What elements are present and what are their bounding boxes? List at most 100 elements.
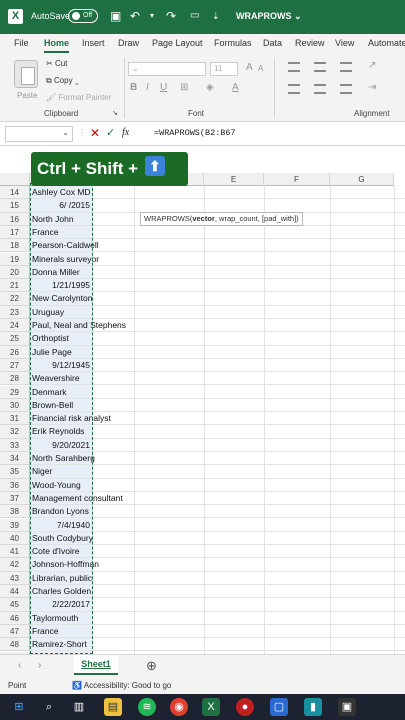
- font-size-select[interactable]: 11: [210, 62, 238, 76]
- row-header[interactable]: 30: [0, 398, 30, 413]
- align-center-icon[interactable]: [314, 84, 326, 94]
- row-header[interactable]: 34: [0, 452, 30, 466]
- row-header[interactable]: 29: [0, 385, 30, 399]
- scroll-right-icon[interactable]: ›: [38, 660, 41, 671]
- row-header[interactable]: 26: [0, 345, 30, 359]
- accessibility-status[interactable]: ♿ Accessibility: Good to go: [72, 681, 171, 690]
- row-header[interactable]: 45: [0, 598, 30, 612]
- borders-icon[interactable]: ⊞: [180, 82, 188, 93]
- app-icon-3[interactable]: ▣: [338, 698, 356, 716]
- formula-input[interactable]: =WRAPROWS(B2:B67: [154, 128, 236, 138]
- document-title[interactable]: WRAPROWS ⌄: [236, 11, 302, 22]
- column-header-e[interactable]: E: [204, 173, 264, 186]
- sheet-tab-sheet1[interactable]: Sheet1: [74, 655, 118, 675]
- cut-button[interactable]: ✂ Cut: [46, 59, 67, 68]
- italic-icon[interactable]: I: [146, 82, 149, 93]
- enter-formula-icon[interactable]: ✓: [106, 126, 115, 139]
- row-header[interactable]: 18: [0, 239, 30, 253]
- redo-icon[interactable]: ↷: [166, 8, 176, 24]
- row-header[interactable]: 23: [0, 305, 30, 319]
- decrease-font-icon[interactable]: A: [258, 64, 263, 73]
- bold-icon[interactable]: B: [130, 82, 137, 93]
- row-header[interactable]: 35: [0, 465, 30, 479]
- file-explorer-icon[interactable]: ▤: [104, 698, 122, 716]
- row-header[interactable]: 27: [0, 358, 30, 373]
- row-header[interactable]: 36: [0, 478, 30, 492]
- clipboard-launcher-icon[interactable]: ↘: [112, 109, 118, 117]
- column-header-f[interactable]: F: [264, 173, 330, 186]
- chevron-down-icon[interactable]: ⌄: [62, 128, 69, 137]
- tab-automate[interactable]: Automate: [368, 38, 405, 48]
- indent-icon[interactable]: ⇥: [368, 82, 376, 93]
- row-header[interactable]: 28: [0, 372, 30, 386]
- font-color-icon[interactable]: A: [232, 82, 239, 93]
- chrome-icon[interactable]: ◉: [170, 698, 188, 716]
- row-header[interactable]: 24: [0, 319, 30, 333]
- tooltip-arg-vector[interactable]: vector: [192, 214, 215, 223]
- cancel-formula-icon[interactable]: ✕: [90, 126, 100, 140]
- spotify-icon[interactable]: ≋: [138, 698, 156, 716]
- row-header[interactable]: 40: [0, 531, 30, 546]
- align-middle-icon[interactable]: [314, 62, 326, 72]
- tab-insert[interactable]: Insert: [82, 38, 105, 48]
- task-view-icon[interactable]: ▥: [70, 698, 88, 716]
- row-header[interactable]: 43: [0, 571, 30, 585]
- recorder-icon[interactable]: ●: [236, 698, 254, 716]
- row-header[interactable]: 31: [0, 412, 30, 426]
- orientation-icon[interactable]: ↗: [368, 60, 376, 71]
- underline-icon[interactable]: U: [160, 82, 167, 93]
- row-header[interactable]: 20: [0, 265, 30, 280]
- tab-view[interactable]: View: [335, 38, 354, 48]
- row-header[interactable]: 25: [0, 332, 30, 346]
- app-icon-2[interactable]: ▮: [304, 698, 322, 716]
- row-header[interactable]: 21: [0, 279, 30, 293]
- tab-home[interactable]: Home: [44, 38, 70, 53]
- row-header[interactable]: 19: [0, 252, 30, 266]
- row-header[interactable]: 41: [0, 545, 30, 559]
- increase-font-icon[interactable]: A: [246, 62, 253, 73]
- row-header[interactable]: 22: [0, 292, 30, 306]
- tab-draw[interactable]: Draw: [118, 38, 139, 48]
- row-header[interactable]: 48: [0, 638, 30, 652]
- font-name-select[interactable]: ⌄: [128, 62, 206, 76]
- row-header[interactable]: 46: [0, 611, 30, 625]
- worksheet-grid[interactable]: A E F G 14Ashley Cox MD156/ /201516North…: [0, 146, 405, 654]
- column-header-g[interactable]: G: [330, 173, 394, 186]
- paste-button-label[interactable]: Paste: [17, 91, 37, 100]
- row-header[interactable]: 42: [0, 558, 30, 572]
- tab-formulas[interactable]: Formulas: [214, 38, 252, 48]
- add-sheet-icon[interactable]: ⊕: [146, 658, 157, 674]
- row-header[interactable]: 44: [0, 585, 30, 599]
- row-header[interactable]: 39: [0, 518, 30, 532]
- excel-taskbar-icon[interactable]: X: [202, 698, 220, 716]
- more-commands-icon[interactable]: ▭: [190, 8, 199, 24]
- app-icon[interactable]: ▢: [270, 698, 288, 716]
- save-icon[interactable]: ▣: [110, 8, 121, 24]
- tab-data[interactable]: Data: [263, 38, 282, 48]
- scroll-left-icon[interactable]: ‹: [18, 660, 21, 671]
- undo-dropdown-icon[interactable]: ▾: [150, 8, 154, 24]
- row-header[interactable]: 37: [0, 491, 30, 506]
- tab-file[interactable]: File: [14, 38, 29, 48]
- align-right-icon[interactable]: [340, 84, 352, 94]
- windows-start-icon[interactable]: ⊞: [10, 698, 28, 716]
- row-header[interactable]: 17: [0, 225, 30, 240]
- format-painter-button[interactable]: 🖌 Format Painter: [46, 93, 111, 102]
- align-left-icon[interactable]: [288, 84, 300, 94]
- insert-function-button[interactable]: fx: [122, 127, 129, 138]
- copy-button[interactable]: ⧉ Copy ⌄: [46, 76, 79, 86]
- autosave-toggle[interactable]: Off: [68, 9, 98, 23]
- name-box[interactable]: ⌄: [5, 126, 73, 142]
- row-header[interactable]: 32: [0, 425, 30, 439]
- row-header[interactable]: 47: [0, 624, 30, 639]
- row-header[interactable]: 33: [0, 438, 30, 452]
- paste-icon[interactable]: [14, 60, 38, 88]
- align-top-icon[interactable]: [288, 62, 300, 72]
- align-bottom-icon[interactable]: [340, 62, 352, 72]
- fill-color-icon[interactable]: ◈: [206, 82, 214, 93]
- customize-toolbar-icon[interactable]: ⇣: [212, 8, 220, 24]
- undo-icon[interactable]: ↶: [130, 8, 140, 24]
- row-header[interactable]: 38: [0, 505, 30, 519]
- row-header[interactable]: 14: [0, 186, 30, 200]
- select-all-corner[interactable]: [0, 173, 30, 186]
